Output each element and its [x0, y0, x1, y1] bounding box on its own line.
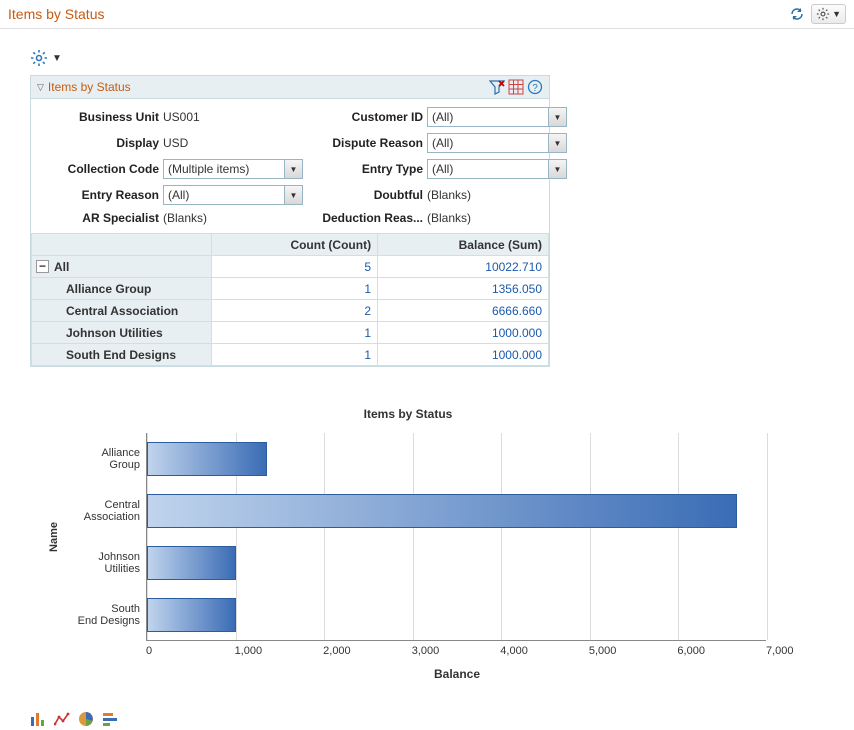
table-header-blank	[32, 234, 212, 256]
table-row-count[interactable]: 2	[212, 300, 378, 322]
panel-title[interactable]: Items by Status	[48, 80, 131, 94]
pie-chart-icon[interactable]	[78, 711, 94, 727]
ar-specialist-value: (Blanks)	[163, 211, 303, 225]
chart-bar[interactable]	[147, 494, 737, 528]
deduction-reas-label: Deduction Reas...	[305, 211, 425, 225]
collection-code-label: Collection Code	[41, 162, 161, 176]
bar-chart-icon[interactable]	[30, 711, 46, 727]
chart-title: Items by Status	[48, 407, 768, 421]
chevron-down-icon[interactable]: ▼	[285, 185, 303, 205]
dispute-reason-label: Dispute Reason	[305, 136, 425, 150]
row-all-count[interactable]: 5	[212, 256, 378, 278]
table-header-count[interactable]: Count (Count)	[212, 234, 378, 256]
table-row-count[interactable]: 1	[212, 278, 378, 300]
view-settings-button[interactable]: ▼	[30, 49, 62, 67]
grid-icon[interactable]	[508, 79, 524, 95]
help-icon[interactable]: ?	[527, 79, 543, 95]
chart-bar[interactable]	[147, 442, 267, 476]
collection-code-select[interactable]: (Multiple items)	[163, 159, 285, 179]
chevron-down-icon: ▼	[52, 53, 62, 64]
table-row-balance[interactable]: 1000.000	[378, 344, 549, 366]
table-row-label[interactable]: Johnson Utilities	[32, 322, 212, 344]
y-tick-label: SouthEnd Designs	[66, 589, 146, 641]
line-chart-icon[interactable]	[54, 711, 70, 727]
entry-type-label: Entry Type	[305, 162, 425, 176]
table-row-label[interactable]: Central Association	[32, 300, 212, 322]
doubtful-value: (Blanks)	[427, 188, 567, 202]
hbar-chart-icon[interactable]	[102, 711, 118, 727]
summary-table: Count (Count) Balance (Sum) −All 5 10022…	[31, 233, 549, 366]
table-row-balance[interactable]: 1356.050	[378, 278, 549, 300]
chevron-down-icon[interactable]: ▼	[549, 133, 567, 153]
entry-reason-select[interactable]: (All)	[163, 185, 285, 205]
chart-bar[interactable]	[147, 546, 236, 580]
deduction-reas-value: (Blanks)	[427, 211, 567, 225]
y-axis-label: Name	[48, 522, 66, 552]
collapse-icon[interactable]: −	[36, 260, 49, 273]
business-unit-value: US001	[163, 110, 303, 124]
row-all-label[interactable]: −All	[32, 256, 212, 278]
collapse-toggle-icon[interactable]: ▽	[37, 82, 44, 93]
y-tick-label: JohnsonUtilities	[66, 537, 146, 589]
table-row-balance[interactable]: 1000.000	[378, 322, 549, 344]
chevron-down-icon[interactable]: ▼	[549, 159, 567, 179]
y-tick-label: CentralAssociation	[66, 485, 146, 537]
display-value: USD	[163, 136, 303, 150]
table-row-count[interactable]: 1	[212, 322, 378, 344]
dispute-reason-select[interactable]: (All)	[427, 133, 549, 153]
settings-dropdown[interactable]: ▼	[811, 4, 846, 24]
chevron-down-icon[interactable]: ▼	[285, 159, 303, 179]
table-row-label[interactable]: South End Designs	[32, 344, 212, 366]
business-unit-label: Business Unit	[41, 110, 161, 124]
y-tick-label: AllianceGroup	[66, 433, 146, 485]
table-row-label[interactable]: Alliance Group	[32, 278, 212, 300]
items-by-status-panel: ▽ Items by Status ? Business Unit US001 …	[30, 75, 550, 367]
chevron-down-icon[interactable]: ▼	[549, 107, 567, 127]
table-row-count[interactable]: 1	[212, 344, 378, 366]
table-row-balance[interactable]: 6666.660	[378, 300, 549, 322]
doubtful-label: Doubtful	[305, 188, 425, 202]
entry-type-select[interactable]: (All)	[427, 159, 549, 179]
page-title[interactable]: Items by Status	[8, 6, 104, 22]
row-all-balance[interactable]: 10022.710	[378, 256, 549, 278]
chevron-down-icon: ▼	[832, 9, 841, 19]
svg-text:?: ?	[532, 83, 538, 94]
x-axis-label: Balance	[146, 667, 768, 681]
filter-clear-icon[interactable]	[489, 79, 505, 95]
customer-id-select[interactable]: (All)	[427, 107, 549, 127]
table-header-balance[interactable]: Balance (Sum)	[378, 234, 549, 256]
refresh-icon[interactable]	[789, 6, 805, 22]
display-label: Display	[41, 136, 161, 150]
chart-plot	[146, 433, 766, 641]
chart-bar[interactable]	[147, 598, 236, 632]
ar-specialist-label: AR Specialist	[41, 211, 161, 225]
chart: Items by Status Name AllianceGroupCentra…	[48, 407, 768, 681]
customer-id-label: Customer ID	[305, 110, 425, 124]
entry-reason-label: Entry Reason	[41, 188, 161, 202]
